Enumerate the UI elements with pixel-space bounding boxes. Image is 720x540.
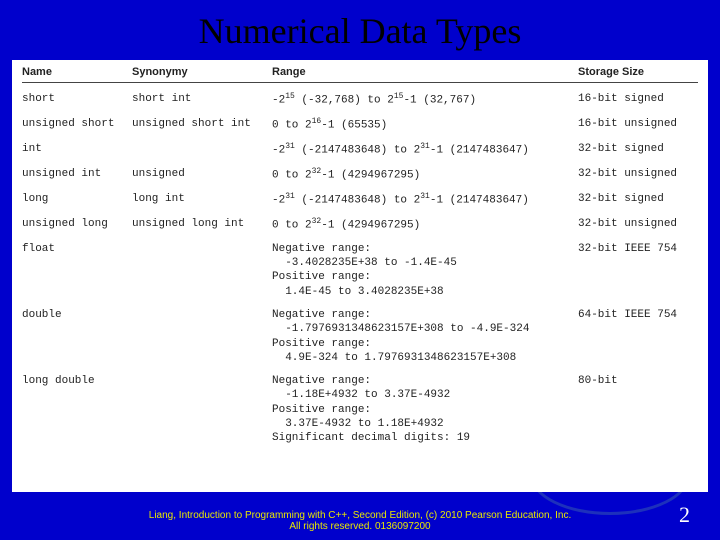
cell-range: 0 to 232-1 (4294967295) xyxy=(272,167,578,183)
cell-range: 0 to 216-1 (65535) xyxy=(272,117,578,133)
slide-title: Numerical Data Types xyxy=(0,0,720,60)
cell-range: 0 to 232-1 (4294967295) xyxy=(272,217,578,233)
table-row: long double Negative range: -1.18E+4932 t… xyxy=(22,371,698,451)
header-synonymy: Synonymy xyxy=(132,66,272,78)
footer-line1: Liang, Introduction to Programming with … xyxy=(149,510,571,521)
cell-name: unsigned long xyxy=(22,217,132,231)
table-row: longlong int-231 (-2147483648) to 231-1 … xyxy=(22,189,698,214)
cell-name: int xyxy=(22,142,132,156)
cell-name: double xyxy=(22,308,132,322)
cell-storage: 16-bit signed xyxy=(578,92,698,106)
cell-name: unsigned short xyxy=(22,117,132,131)
cell-synonymy: short int xyxy=(132,92,272,106)
cell-storage: 32-bit unsigned xyxy=(578,217,698,231)
cell-range: Negative range: -3.4028235E+38 to -1.4E-… xyxy=(272,242,578,299)
cell-range: Negative range: -1.18E+4932 to 3.37E-493… xyxy=(272,374,578,445)
table-row: int -231 (-2147483648) to 231-1 (21474836… xyxy=(22,139,698,164)
cell-range: -215 (-32,768) to 215-1 (32,767) xyxy=(272,92,578,108)
page-number: 2 xyxy=(679,502,690,528)
cell-range: Negative range: -1.7976931348623157E+308… xyxy=(272,308,578,365)
table-body: shortshort int-215 (-32,768) to 215-1 (3… xyxy=(22,89,698,452)
table-container: Name Synonymy Range Storage Size shortsh… xyxy=(12,60,708,492)
header-storage: Storage Size xyxy=(578,66,698,78)
cell-synonymy: unsigned long int xyxy=(132,217,272,231)
cell-storage: 16-bit unsigned xyxy=(578,117,698,131)
header-range: Range xyxy=(272,66,578,78)
cell-name: short xyxy=(22,92,132,106)
footer-line2: All rights reserved. 0136097200 xyxy=(0,521,720,532)
table-row: unsigned intunsigned0 to 232-1 (42949672… xyxy=(22,164,698,189)
cell-range: -231 (-2147483648) to 231-1 (2147483647) xyxy=(272,192,578,208)
footer-citation: Liang, Introduction to Programming with … xyxy=(0,510,720,532)
cell-storage: 32-bit signed xyxy=(578,192,698,206)
cell-storage: 32-bit IEEE 754 xyxy=(578,242,698,256)
cell-storage: 32-bit unsigned xyxy=(578,167,698,181)
table-row: float Negative range: -3.4028235E+38 to -… xyxy=(22,239,698,305)
cell-name: unsigned int xyxy=(22,167,132,181)
table-row: unsigned shortunsigned short int0 to 216… xyxy=(22,114,698,139)
cell-storage: 80-bit xyxy=(578,374,698,388)
header-name: Name xyxy=(22,66,132,78)
table-row: double Negative range: -1.797693134862315… xyxy=(22,305,698,371)
cell-storage: 64-bit IEEE 754 xyxy=(578,308,698,322)
cell-range: -231 (-2147483648) to 231-1 (2147483647) xyxy=(272,142,578,158)
table-row: shortshort int-215 (-32,768) to 215-1 (3… xyxy=(22,89,698,114)
cell-name: long double xyxy=(22,374,132,388)
cell-synonymy: unsigned xyxy=(132,167,272,181)
table-row: unsigned longunsigned long int0 to 232-1… xyxy=(22,214,698,239)
cell-synonymy: unsigned short int xyxy=(132,117,272,131)
cell-storage: 32-bit signed xyxy=(578,142,698,156)
table-header-row: Name Synonymy Range Storage Size xyxy=(22,66,698,83)
cell-name: float xyxy=(22,242,132,256)
cell-synonymy: long int xyxy=(132,192,272,206)
cell-name: long xyxy=(22,192,132,206)
